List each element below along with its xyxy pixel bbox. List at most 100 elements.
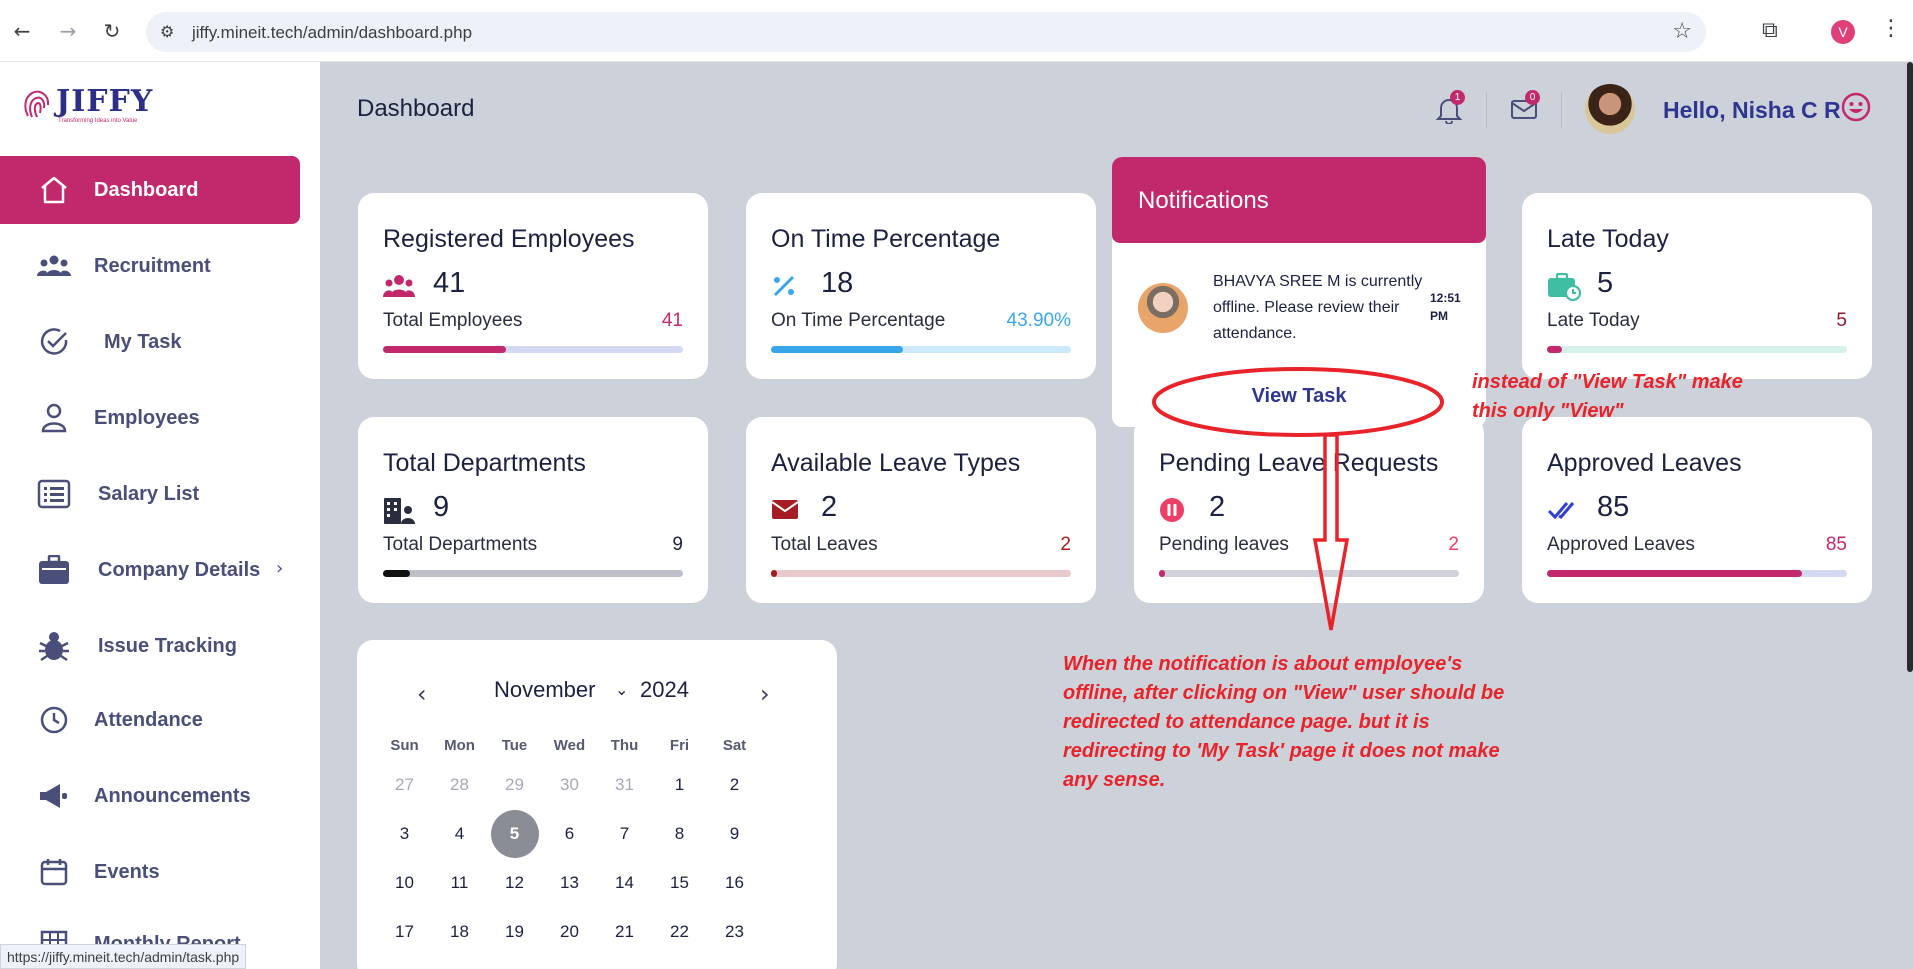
calendar-day[interactable]: 9 bbox=[707, 824, 762, 844]
sidebar-item-my-task[interactable]: My Task bbox=[0, 308, 300, 376]
annotation-line: this only "View" bbox=[1472, 400, 1624, 422]
url-text[interactable]: jiffy.mineit.tech/admin/dashboard.php bbox=[192, 23, 472, 43]
calendar-day[interactable]: 17 bbox=[377, 922, 432, 942]
reload-icon[interactable]: ↻ bbox=[100, 19, 124, 43]
sidebar-item-label: Recruitment bbox=[94, 254, 211, 277]
site-settings-icon[interactable]: ⚙ bbox=[160, 22, 174, 41]
sidebar-item-label: Attendance bbox=[94, 708, 203, 731]
browser-profile-avatar[interactable]: V bbox=[1831, 20, 1855, 44]
stat-card-available-leave-types[interactable]: Available Leave Types 2 Total Leaves 2 bbox=[746, 417, 1096, 603]
calendar-month-select[interactable]: November bbox=[494, 677, 595, 703]
calendar-day[interactable]: 18 bbox=[432, 922, 487, 942]
browser-menu-icon[interactable]: ⋮ bbox=[1880, 16, 1902, 41]
sidebar-item-announcements[interactable]: Announcements bbox=[0, 762, 300, 830]
megaphone-icon bbox=[36, 778, 72, 814]
extensions-icon[interactable]: ⧉ bbox=[1762, 18, 1778, 43]
sidebar-item-issue-tracking[interactable]: Issue Tracking bbox=[0, 612, 300, 680]
sidebar-item-salary-list[interactable]: Salary List bbox=[0, 460, 300, 528]
card-count: 41 bbox=[661, 310, 683, 331]
sidebar-item-label: Events bbox=[94, 860, 160, 883]
users-icon bbox=[383, 273, 415, 301]
calendar-day[interactable]: 20 bbox=[542, 922, 597, 942]
sidebar-item-employees[interactable]: Employees bbox=[0, 384, 300, 452]
calendar-day[interactable]: 3 bbox=[377, 824, 432, 844]
percent-icon bbox=[771, 273, 803, 301]
double-check-icon bbox=[1547, 497, 1579, 525]
calendar-day[interactable]: 12 bbox=[487, 873, 542, 893]
sidebar-item-events[interactable]: Events bbox=[0, 838, 300, 906]
user-avatar[interactable] bbox=[1585, 84, 1635, 134]
notification-message[interactable]: BHAVYA SREE M is currently offline. Plea… bbox=[1213, 269, 1423, 347]
stat-card-on-time-percentage[interactable]: On Time Percentage 18 On Time Percentage… bbox=[746, 193, 1096, 379]
stat-card-late-today[interactable]: Late Today 5 Late Today 5 bbox=[1522, 193, 1872, 379]
brand-logo[interactable]: JIFFY Transforming Ideas into Value bbox=[22, 84, 152, 124]
calendar-day[interactable]: 29 bbox=[487, 775, 542, 795]
weekday-label: Tue bbox=[501, 736, 528, 754]
card-count: 2 bbox=[1060, 534, 1071, 555]
card-value: 9 bbox=[433, 491, 450, 523]
chevron-down-icon[interactable]: ⌄ bbox=[615, 680, 628, 699]
weekday-label: Thu bbox=[610, 736, 639, 754]
calendar-grid: Sun Mon Tue Wed Thu Fri Sat 27 28 29 30 … bbox=[377, 730, 762, 956]
card-title: Available Leave Types bbox=[771, 449, 1021, 477]
card-value: 2 bbox=[1209, 491, 1226, 523]
calendar-day[interactable]: 28 bbox=[432, 775, 487, 795]
chevron-right-icon[interactable]: › bbox=[276, 558, 283, 579]
calendar-day[interactable]: 6 bbox=[542, 824, 597, 844]
calendar-year[interactable]: 2024 bbox=[640, 677, 689, 703]
back-icon[interactable]: ← bbox=[10, 19, 34, 43]
calendar-day[interactable]: 1 bbox=[652, 775, 707, 795]
view-task-link[interactable]: View Task bbox=[1112, 385, 1486, 408]
sidebar-item-recruitment[interactable]: Recruitment bbox=[0, 232, 300, 300]
stat-card-registered-employees[interactable]: Registered Employees 41 Total Employees … bbox=[358, 193, 708, 379]
brand-name: JIFFY bbox=[56, 84, 154, 119]
stat-card-total-departments[interactable]: Total Departments 9 Total Departments 9 bbox=[358, 417, 708, 603]
header-divider bbox=[1486, 92, 1487, 128]
weekday-label: Mon bbox=[444, 736, 475, 754]
weekday-label: Wed bbox=[553, 736, 586, 754]
bookmark-star-icon[interactable]: ☆ bbox=[1672, 19, 1692, 44]
weekday-label: Fri bbox=[669, 736, 690, 754]
stat-card-approved-leaves[interactable]: Approved Leaves 85 Approved Leaves 85 bbox=[1522, 417, 1872, 603]
user-greeting[interactable]: Hello, Nisha C R bbox=[1663, 97, 1841, 124]
calendar-day-today[interactable]: 5 bbox=[487, 809, 542, 858]
building-icon bbox=[383, 497, 415, 525]
briefcase-clock-icon bbox=[1547, 272, 1582, 302]
progress-bar bbox=[1547, 346, 1847, 353]
calendar-day[interactable]: 31 bbox=[597, 775, 652, 795]
fingerprint-logo-icon bbox=[24, 90, 50, 118]
calendar-weekday-row: Sun Mon Tue Wed Thu Fri Sat bbox=[377, 730, 762, 760]
calendar-day[interactable]: 16 bbox=[707, 873, 762, 893]
calendar-day[interactable]: 19 bbox=[487, 922, 542, 942]
calendar-day[interactable]: 7 bbox=[597, 824, 652, 844]
brand-tagline: Transforming Ideas into Value bbox=[58, 118, 138, 124]
sidebar-item-attendance[interactable]: Attendance bbox=[0, 686, 300, 754]
sidebar-item-dashboard[interactable]: Dashboard bbox=[0, 156, 300, 224]
calendar-day[interactable]: 15 bbox=[652, 873, 707, 893]
calendar-day[interactable]: 21 bbox=[597, 922, 652, 942]
calendar-prev-icon[interactable]: ‹ bbox=[417, 680, 427, 708]
calendar-day[interactable]: 23 bbox=[707, 922, 762, 942]
sidebar-item-label: Company Details bbox=[98, 558, 261, 581]
calendar-day[interactable]: 11 bbox=[432, 873, 487, 893]
calendar-day[interactable]: 22 bbox=[652, 922, 707, 942]
calendar-day[interactable]: 2 bbox=[707, 775, 762, 795]
stat-card-pending-leave-requests[interactable]: Pending Leave Requests 2 Pending leaves … bbox=[1134, 417, 1484, 603]
calendar-day[interactable]: 30 bbox=[542, 775, 597, 795]
progress-bar-fill bbox=[1547, 346, 1562, 353]
progress-bar bbox=[1159, 570, 1459, 577]
calendar-day[interactable]: 10 bbox=[377, 873, 432, 893]
progress-bar-fill bbox=[771, 570, 777, 577]
forward-icon[interactable]: → bbox=[56, 19, 80, 43]
sidebar-item-company-details[interactable]: Company Details › bbox=[0, 536, 300, 604]
calendar-next-icon[interactable]: › bbox=[760, 680, 770, 708]
calendar-day[interactable]: 27 bbox=[377, 775, 432, 795]
calendar-day[interactable]: 4 bbox=[432, 824, 487, 844]
address-bar[interactable]: ⚙ jiffy.mineit.tech/admin/dashboard.php … bbox=[146, 12, 1706, 52]
page-scrollbar[interactable] bbox=[1907, 62, 1913, 672]
calendar-day[interactable]: 13 bbox=[542, 873, 597, 893]
calendar-day[interactable]: 8 bbox=[652, 824, 707, 844]
progress-bar bbox=[771, 570, 1071, 577]
header-divider bbox=[1561, 92, 1562, 128]
calendar-day[interactable]: 14 bbox=[597, 873, 652, 893]
